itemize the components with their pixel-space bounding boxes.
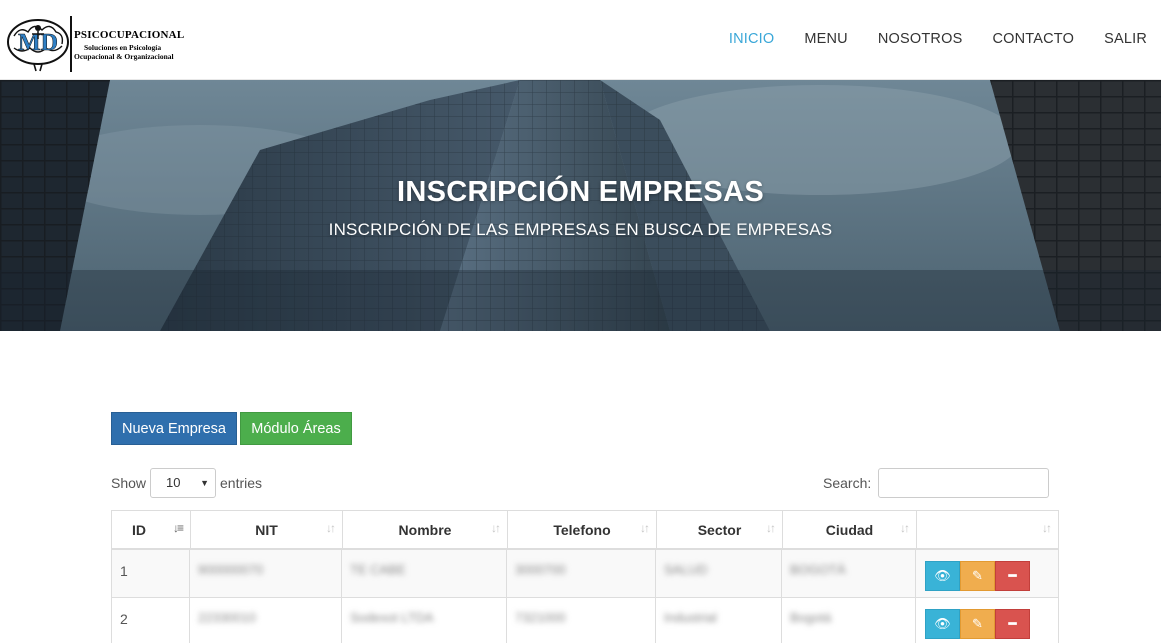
- search-label: Search:: [823, 475, 872, 491]
- column-header-nit[interactable]: NIT ↓↑: [191, 511, 343, 549]
- nav-salir[interactable]: SALIR: [1104, 31, 1147, 47]
- row-ciudad: Bogotá: [790, 610, 832, 625]
- pencil-icon: ✎: [972, 616, 983, 631]
- cell-telefono: 3000700: [507, 550, 656, 597]
- column-header-id[interactable]: ID ↓≡: [112, 511, 191, 549]
- row-nombre: TE CABE: [350, 562, 406, 577]
- minus-icon: ━: [1008, 616, 1017, 631]
- brain-logo-icon: MD: [7, 19, 69, 72]
- chevron-down-icon: ▼: [200, 478, 209, 488]
- table-row[interactable]: 1 900000070 TE CABE 3000700 SALUD BOGOTÁ…: [111, 550, 1059, 598]
- nav-nosotros[interactable]: NOSOTROS: [878, 31, 963, 47]
- company-logo[interactable]: MD PSICOCUPACIONAL Soluciones en Psicolo…: [6, 12, 196, 74]
- cell-sector: SALUD: [656, 550, 782, 597]
- row-nit: 900000070: [198, 562, 264, 577]
- minus-icon: ━: [1008, 568, 1017, 583]
- hero-banner: INSCRIPCIÓN EMPRESAS INSCRIPCIÓN DE LAS …: [0, 80, 1161, 331]
- row-sector: Industrial: [664, 610, 717, 625]
- delete-button[interactable]: ━: [995, 609, 1030, 639]
- cell-ciudad: Bogotá: [782, 598, 916, 643]
- nav-inicio[interactable]: INICIO: [729, 31, 775, 47]
- logo-divider: [70, 16, 72, 72]
- nav-contacto[interactable]: CONTACTO: [992, 31, 1074, 47]
- row-telefono: 3000700: [515, 562, 566, 577]
- cell-nit: 900000070: [190, 550, 342, 597]
- entries-select[interactable]: 10 ▼: [150, 468, 216, 498]
- entries-label: entries: [220, 475, 263, 491]
- cell-ciudad: BOGOTÁ: [782, 550, 916, 597]
- entries-select-value: 10: [166, 475, 181, 490]
- sort-ascending-icon: ↓≡: [172, 521, 184, 535]
- top-navbar: MD PSICOCUPACIONAL Soluciones en Psicolo…: [0, 0, 1161, 80]
- areas-module-button[interactable]: Módulo Áreas: [240, 412, 352, 445]
- cell-nombre: Sodexot LTDA: [342, 598, 507, 643]
- nav-menu[interactable]: MENU: [804, 31, 848, 47]
- new-company-button[interactable]: Nueva Empresa: [111, 412, 237, 445]
- row-ciudad: BOGOTÁ: [790, 562, 846, 577]
- show-label: Show: [111, 475, 147, 491]
- sort-icon: ↓↑: [491, 521, 501, 535]
- delete-button[interactable]: ━: [995, 561, 1030, 591]
- column-header-label: Ciudad: [825, 522, 874, 538]
- row-id: 2: [120, 611, 128, 627]
- view-button[interactable]: 👁: [925, 561, 960, 591]
- eye-icon: 👁: [934, 568, 951, 583]
- main-nav: INICIO MENU NOSOTROS CONTACTO SALIR: [699, 31, 1147, 47]
- column-header-label: Nombre: [398, 522, 452, 538]
- row-nit: 22330010: [198, 610, 256, 625]
- page-title: INSCRIPCIÓN EMPRESAS: [397, 176, 764, 208]
- row-nombre: Sodexot LTDA: [350, 610, 434, 625]
- column-header-ciudad[interactable]: Ciudad ↓↑: [783, 511, 917, 549]
- table-header: ID ↓≡ NIT ↓↑ Nombre ↓↑ Telefono ↓↑ Secto…: [111, 510, 1059, 550]
- pencil-icon: ✎: [972, 568, 983, 583]
- sort-icon: ↓↑: [640, 521, 650, 535]
- cell-nit: 22330010: [190, 598, 342, 643]
- column-header-actions[interactable]: ↓↑: [917, 511, 1058, 549]
- cell-telefono: 7321000: [507, 598, 656, 643]
- cell-id: 2: [112, 598, 190, 643]
- cell-sector: Industrial: [656, 598, 782, 643]
- column-header-sector[interactable]: Sector ↓↑: [657, 511, 783, 549]
- brand-tagline-1: Soluciones en Psicología: [84, 43, 162, 52]
- sort-icon: ↓↑: [1042, 521, 1052, 535]
- column-header-label: Telefono: [553, 522, 611, 538]
- cell-id: 1: [112, 550, 190, 597]
- column-header-telefono[interactable]: Telefono ↓↑: [508, 511, 657, 549]
- brand-name: PSICOCUPACIONAL: [74, 29, 185, 41]
- page-subtitle: INSCRIPCIÓN DE LAS EMPRESAS EN BUSCA DE …: [328, 220, 833, 239]
- row-sector: SALUD: [664, 562, 708, 577]
- edit-button[interactable]: ✎: [960, 561, 995, 591]
- row-actions: 👁 ✎ ━: [925, 561, 1030, 591]
- table-row[interactable]: 2 22330010 Sodexot LTDA 7321000 Industri…: [111, 598, 1059, 643]
- column-header-nombre[interactable]: Nombre ↓↑: [343, 511, 508, 549]
- sort-icon: ↓↑: [766, 521, 776, 535]
- sort-icon: ↓↑: [326, 521, 336, 535]
- cell-nombre: TE CABE: [342, 550, 507, 597]
- sort-icon: ↓↑: [900, 521, 910, 535]
- column-header-label: ID: [132, 522, 146, 538]
- view-button[interactable]: 👁: [925, 609, 960, 639]
- column-header-label: Sector: [697, 522, 742, 538]
- row-telefono: 7321000: [515, 610, 566, 625]
- column-header-label: NIT: [255, 522, 278, 538]
- row-id: 1: [120, 563, 128, 579]
- row-actions: 👁 ✎ ━: [925, 609, 1030, 639]
- search-input[interactable]: [878, 468, 1049, 498]
- brand-tagline-2: Ocupacional & Organizacional: [74, 52, 174, 61]
- eye-icon: 👁: [934, 616, 951, 631]
- edit-button[interactable]: ✎: [960, 609, 995, 639]
